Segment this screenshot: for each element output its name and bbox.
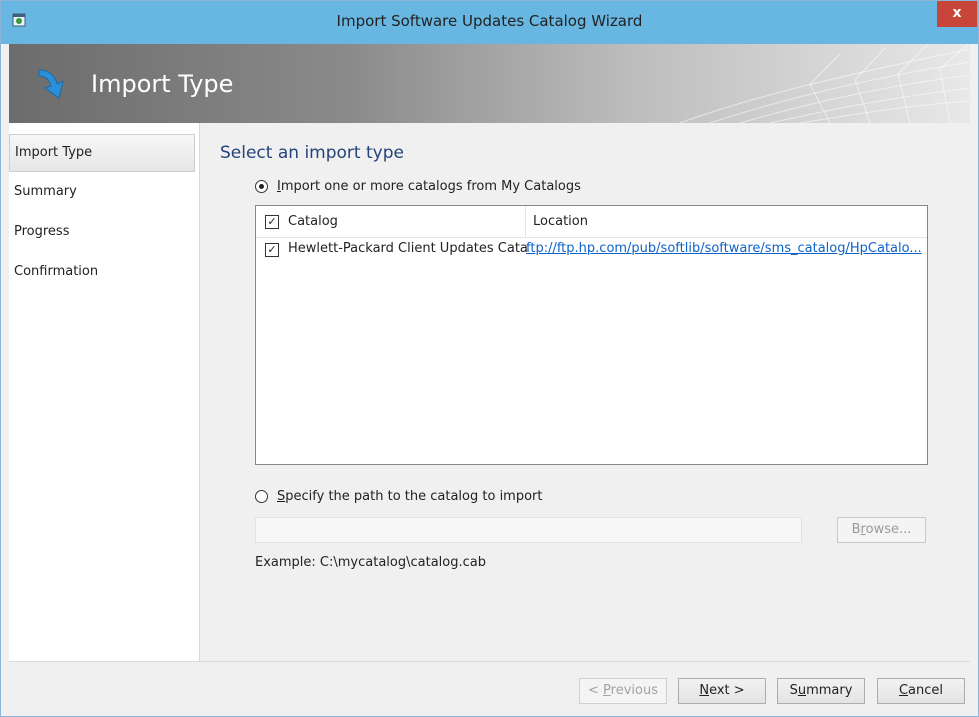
step-import-type[interactable]: Import Type xyxy=(9,134,195,172)
option-specify-path[interactable]: Specify the path to the catalog to impor… xyxy=(255,489,543,504)
import-arrow-icon xyxy=(38,69,64,99)
wizard-footer: < Previous Next > Summary Cancel xyxy=(9,661,970,710)
radio-unchecked-icon[interactable] xyxy=(255,490,268,503)
option-my-catalogs-label: Import one or more catalogs from My Cata… xyxy=(277,179,581,194)
header-title: Import Type xyxy=(91,70,234,98)
page-title: Select an import type xyxy=(220,143,404,163)
previous-button[interactable]: < Previous xyxy=(579,678,667,704)
next-button[interactable]: Next > xyxy=(678,678,766,704)
option-my-catalogs[interactable]: Import one or more catalogs from My Cata… xyxy=(255,179,581,194)
wizard-header: Import Type xyxy=(9,44,970,123)
step-summary[interactable]: Summary xyxy=(9,172,199,212)
checkbox-checked-icon[interactable]: ✓ xyxy=(265,243,279,257)
path-example-text: Example: C:\mycatalog\catalog.cab xyxy=(255,555,486,570)
step-progress[interactable]: Progress xyxy=(9,212,199,252)
close-button[interactable]: x xyxy=(937,1,977,27)
column-header-location[interactable]: Location xyxy=(533,214,588,229)
browse-button[interactable]: Browse... xyxy=(837,517,926,543)
option-specify-path-label: Specify the path to the catalog to impor… xyxy=(277,489,543,504)
radio-checked-icon[interactable] xyxy=(255,180,268,193)
grid-header: ✓ Catalog Location xyxy=(256,206,927,238)
catalog-path-input[interactable] xyxy=(255,517,802,543)
row-location-link[interactable]: ftp://ftp.hp.com/pub/softlib/software/sm… xyxy=(526,241,926,256)
wizard-window: Import Software Updates Catalog Wizard x… xyxy=(0,0,979,717)
window-title: Import Software Updates Catalog Wizard xyxy=(336,12,643,30)
header-wave-graphic xyxy=(679,44,970,123)
step-confirmation[interactable]: Confirmation xyxy=(9,252,199,292)
wizard-steps-sidebar: Import Type Summary Progress Confirmatio… xyxy=(9,123,200,661)
row-catalog-name: Hewlett-Packard Client Updates Cata xyxy=(288,241,528,256)
select-all-checkbox[interactable]: ✓ xyxy=(265,215,279,229)
summary-button[interactable]: Summary xyxy=(777,678,865,704)
column-divider[interactable] xyxy=(525,206,526,237)
catalog-grid: ✓ Catalog Location ✓ Hewlett-Packard Cli… xyxy=(255,205,928,465)
table-row[interactable]: ✓ Hewlett-Packard Client Updates Cata ft… xyxy=(256,238,927,260)
cancel-button[interactable]: Cancel xyxy=(877,678,965,704)
title-bar: Import Software Updates Catalog Wizard x xyxy=(1,1,978,44)
column-header-catalog[interactable]: Catalog xyxy=(288,214,338,229)
wizard-content: Select an import type Import one or more… xyxy=(200,123,970,661)
